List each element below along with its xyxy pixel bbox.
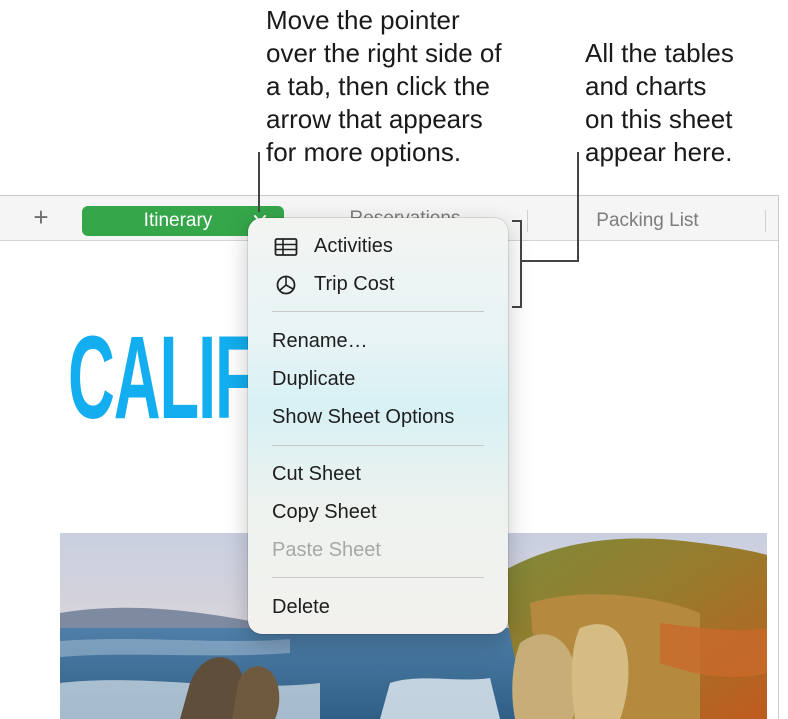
callout-line: appear here. bbox=[585, 137, 733, 167]
bracket-line bbox=[512, 306, 522, 308]
menu-item-label: Show Sheet Options bbox=[272, 406, 455, 428]
add-sheet-button[interactable]: + bbox=[26, 202, 56, 232]
menu-item-trip-cost[interactable]: Trip Cost bbox=[248, 267, 508, 301]
leader-line bbox=[577, 152, 579, 260]
callout-line: over the right side of bbox=[266, 38, 502, 68]
menu-item-label: Delete bbox=[272, 596, 330, 618]
menu-item-duplicate[interactable]: Duplicate bbox=[248, 362, 508, 396]
menu-item-label: Trip Cost bbox=[314, 273, 395, 295]
menu-item-activities[interactable]: Activities bbox=[248, 229, 508, 263]
leader-line bbox=[522, 260, 579, 262]
menu-item-cut-sheet[interactable]: Cut Sheet bbox=[248, 457, 508, 491]
menu-item-label: Cut Sheet bbox=[272, 463, 361, 485]
callout-line: for more options. bbox=[266, 137, 462, 167]
menu-item-rename[interactable]: Rename… bbox=[248, 324, 508, 358]
menu-item-label: Copy Sheet bbox=[272, 501, 377, 523]
menu-item-show-sheet-options[interactable]: Show Sheet Options bbox=[248, 400, 508, 434]
bracket-line bbox=[520, 220, 522, 308]
menu-separator bbox=[272, 311, 484, 312]
menu-item-copy-sheet[interactable]: Copy Sheet bbox=[248, 495, 508, 529]
callout-line: Move the pointer bbox=[266, 5, 460, 35]
callout-line: arrow that appears bbox=[266, 104, 483, 134]
callout-line: All the tables bbox=[585, 38, 734, 68]
pie-chart-icon bbox=[276, 275, 296, 295]
callout-tables-charts: All the tables and charts on this sheet … bbox=[585, 37, 785, 169]
leader-line bbox=[258, 152, 260, 212]
callout-line: a tab, then click the bbox=[266, 71, 491, 101]
tab-divider bbox=[765, 210, 766, 232]
callout-line: and charts bbox=[585, 71, 707, 101]
callout-line: on this sheet bbox=[585, 104, 733, 134]
menu-separator bbox=[272, 445, 484, 446]
tab-label: Itinerary bbox=[143, 210, 213, 231]
menu-item-paste-sheet: Paste Sheet bbox=[248, 533, 508, 567]
menu-separator bbox=[272, 577, 484, 578]
table-icon bbox=[274, 238, 298, 256]
menu-item-label: Paste Sheet bbox=[272, 539, 381, 561]
tab-packing-list[interactable]: Packing List bbox=[560, 206, 735, 236]
bracket-line bbox=[512, 220, 522, 222]
callout-tab-options: Move the pointer over the right side of … bbox=[266, 4, 566, 169]
menu-item-label: Activities bbox=[314, 235, 393, 257]
menu-item-delete[interactable]: Delete bbox=[248, 590, 508, 624]
tab-context-menu: Activities Trip Cost Rename… Duplicate S… bbox=[248, 218, 508, 634]
menu-item-label: Duplicate bbox=[272, 368, 356, 390]
menu-item-label: Rename… bbox=[272, 330, 368, 352]
tab-divider bbox=[527, 210, 528, 232]
